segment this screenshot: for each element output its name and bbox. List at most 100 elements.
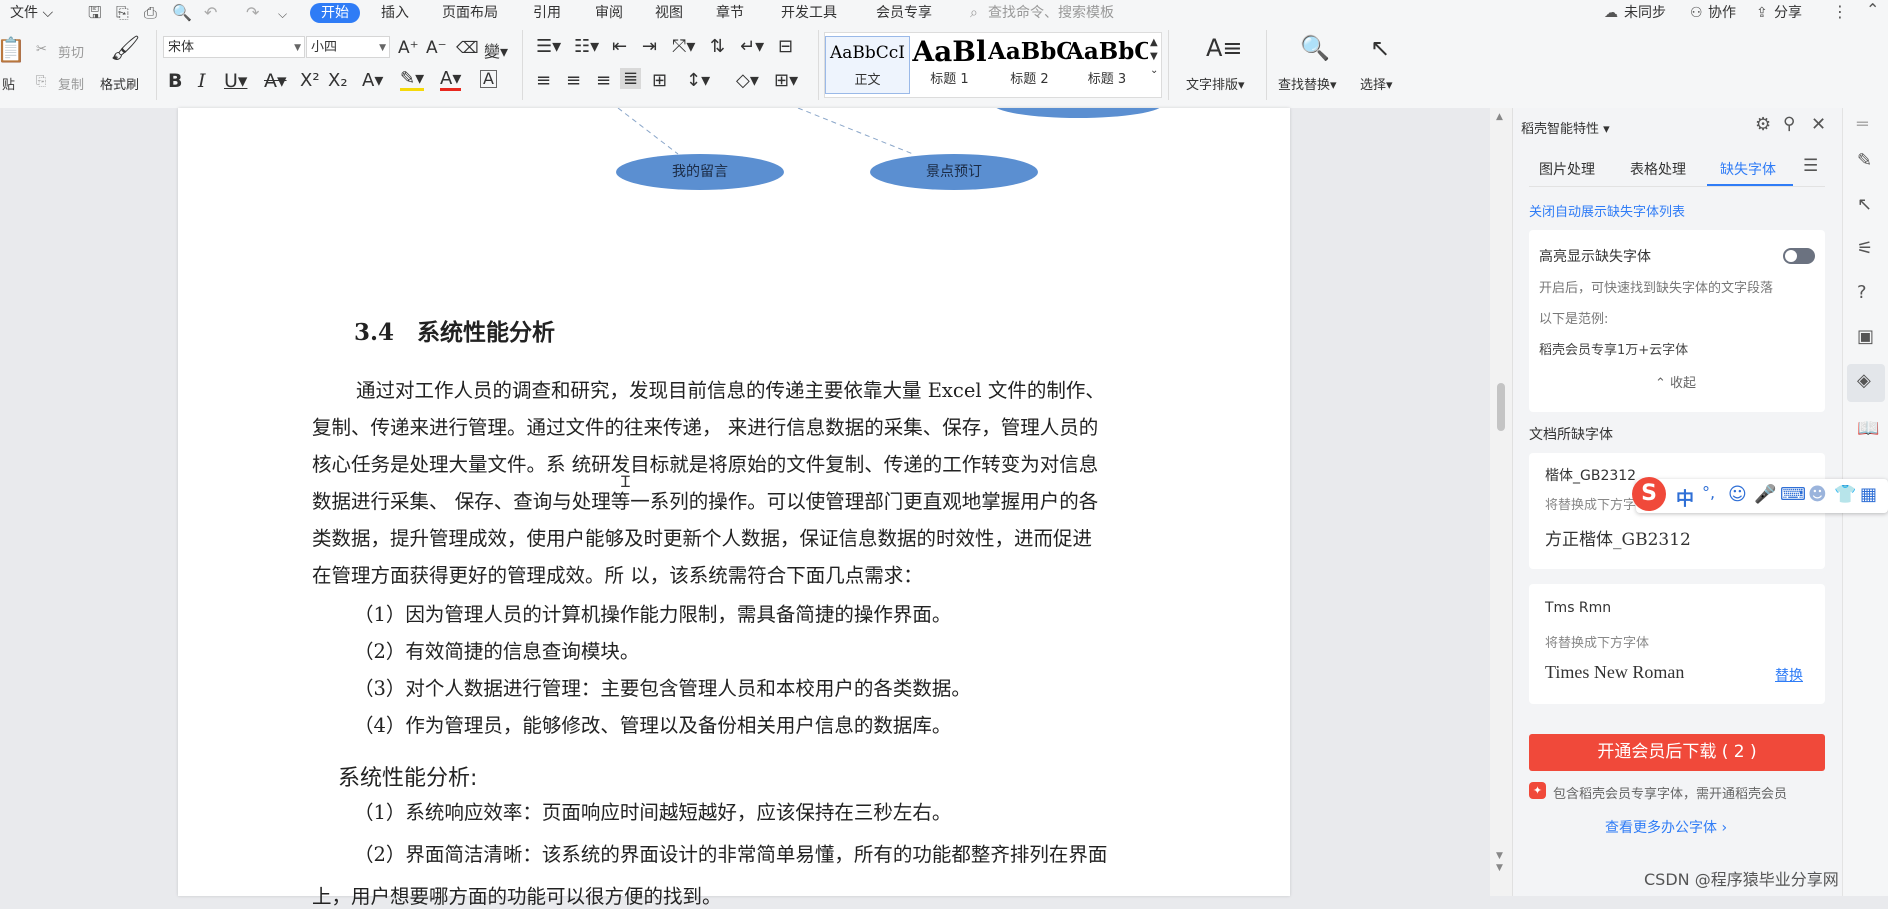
distribute-icon[interactable]: ⊞ xyxy=(652,70,667,91)
style-normal[interactable]: AaBbCcI 正文 xyxy=(825,36,910,94)
tab-image-processing[interactable]: 图片处理 xyxy=(1539,159,1595,179)
line-spacing-icon[interactable]: ↕▾ xyxy=(686,70,710,91)
document-page[interactable]: 我的留言 景点预订 3.4 系统性能分析 通过对工作人员的调查和研究，发现目前信… xyxy=(178,108,1290,908)
style-gallery-scroll-icon[interactable]: ▲ ▼ ⌄ xyxy=(1150,36,1158,78)
print-icon[interactable]: ⎙ xyxy=(144,5,157,21)
share-button[interactable]: 分享 xyxy=(1774,3,1802,23)
italic-icon[interactable]: I xyxy=(198,70,206,92)
settings-icon[interactable]: ⚙ xyxy=(1755,114,1771,135)
clear-format-icon[interactable]: ⌫ xyxy=(456,38,479,57)
ime-toolbar[interactable]: S 中 °, ☺ 🎤 ⌨ ☻ 👕 ▦ xyxy=(1632,477,1888,513)
chinese-layout-icon[interactable]: ⤧▾ xyxy=(672,36,695,57)
font-size-select[interactable]: 小四 ▼ xyxy=(306,36,390,58)
tab-page-layout[interactable]: 页面布局 xyxy=(442,3,498,23)
bold-icon[interactable]: B xyxy=(168,70,182,92)
redo-icon[interactable]: ↷ xyxy=(246,5,259,21)
copy-button[interactable]: 复制 xyxy=(58,74,84,93)
tabs-menu-icon[interactable]: ☰ xyxy=(1803,156,1818,176)
align-left-icon[interactable]: ≡ xyxy=(536,70,551,91)
tab-stop-icon[interactable]: ⊟ xyxy=(778,36,793,57)
style-heading-1[interactable]: AaBl 标题 1 xyxy=(908,36,991,92)
find-replace-button[interactable]: 查找替换▾ xyxy=(1278,74,1337,93)
pin-icon[interactable]: ⚲ xyxy=(1783,114,1795,134)
justify-icon[interactable]: ≣ xyxy=(620,68,642,89)
font-color-icon[interactable]: A▾ xyxy=(440,70,462,91)
font-feature-icon[interactable]: ◈ xyxy=(1857,370,1871,391)
scroll-down-icon[interactable]: ▼ ▼ xyxy=(1496,850,1503,874)
format-painter-icon[interactable]: 🖌 xyxy=(110,34,140,62)
skin-icon[interactable]: 👕 xyxy=(1834,484,1856,505)
image-icon[interactable]: ▣ xyxy=(1857,326,1874,347)
decrease-indent-icon[interactable]: ⇤ xyxy=(612,36,627,57)
subscript-icon[interactable]: X₂ xyxy=(328,70,348,91)
print-preview-icon[interactable]: 🔍 xyxy=(172,5,192,21)
scrollbar-thumb[interactable] xyxy=(1497,383,1505,431)
cut-button[interactable]: 剪切 xyxy=(58,42,84,61)
align-right-icon[interactable]: ≡ xyxy=(596,70,611,91)
tab-view[interactable]: 视图 xyxy=(655,3,683,23)
ime-menu-icon[interactable]: ▦ xyxy=(1860,484,1877,505)
edit-icon[interactable]: ✎ xyxy=(1857,150,1872,171)
close-auto-show-link[interactable]: 关闭自动展示缺失字体列表 xyxy=(1529,201,1685,220)
tab-table-processing[interactable]: 表格处理 xyxy=(1630,159,1686,179)
more-fonts-link[interactable]: 查看更多办公字体 › xyxy=(1605,817,1727,837)
replace-link[interactable]: 替换 xyxy=(1775,665,1803,685)
borders-icon[interactable]: ⊞▾ xyxy=(774,70,798,91)
undo-icon[interactable]: ↶ xyxy=(204,5,217,21)
microphone-icon[interactable]: 🎤 xyxy=(1754,484,1776,505)
ime-logo-icon[interactable]: S xyxy=(1632,477,1666,511)
user-icon[interactable]: ☻ xyxy=(1808,484,1827,505)
quick-access-more-icon[interactable]: ⌵ xyxy=(278,6,287,22)
keyboard-icon[interactable]: ⌨ xyxy=(1780,484,1806,505)
shading-icon[interactable]: ◇▾ xyxy=(736,70,759,91)
scroll-up-icon[interactable]: ▲ xyxy=(1496,112,1503,122)
download-button[interactable]: 开通会员后下载 ( 2 ) xyxy=(1529,734,1825,771)
phonetic-icon[interactable]: 變▾ xyxy=(484,38,508,62)
find-replace-icon[interactable]: 🔍 xyxy=(1300,34,1330,62)
tab-home[interactable]: 开始 xyxy=(310,3,360,23)
shrink-font-icon[interactable]: A⁻ xyxy=(426,38,447,58)
ime-punctuation[interactable]: °, xyxy=(1702,483,1715,502)
text-layout-icon[interactable]: A≡ xyxy=(1206,34,1243,62)
ime-language[interactable]: 中 xyxy=(1676,485,1694,511)
file-menu[interactable]: 文件 ⌵ xyxy=(10,3,53,23)
superscript-icon[interactable]: X² xyxy=(300,70,320,91)
style-heading-2[interactable]: AaBbC 标题 2 xyxy=(988,36,1071,92)
collapse-button[interactable]: ⌃ 收起 xyxy=(1655,372,1696,391)
panel-title[interactable]: 稻壳智能特性 ▾ xyxy=(1521,118,1610,137)
help-icon[interactable]: ? xyxy=(1857,282,1867,303)
align-center-icon[interactable]: ≡ xyxy=(566,70,581,91)
tab-member[interactable]: 会员专享 xyxy=(876,3,932,23)
tab-references[interactable]: 引用 xyxy=(533,3,561,23)
numbered-list-icon[interactable]: ☷▾ xyxy=(574,36,599,57)
text-effect-icon[interactable]: A▾ xyxy=(362,70,383,91)
tab-developer[interactable]: 开发工具 xyxy=(781,3,837,23)
paste-icon[interactable]: 📋 xyxy=(0,36,26,64)
style-heading-3[interactable]: AaBbC 标题 3 xyxy=(1066,36,1148,92)
char-border-icon[interactable]: A xyxy=(480,70,497,88)
strikethrough-icon[interactable]: A▾ xyxy=(264,70,287,92)
format-painter-label[interactable]: 格式刷 xyxy=(100,74,139,93)
more-icon[interactable]: ⋮ xyxy=(1832,4,1848,20)
tab-review[interactable]: 审阅 xyxy=(595,3,623,23)
highlight-icon[interactable]: ✎▾ xyxy=(400,70,425,91)
tab-chapter[interactable]: 章节 xyxy=(716,3,744,23)
underline-icon[interactable]: U▾ xyxy=(224,70,247,92)
select-cursor-icon[interactable]: ↖ xyxy=(1370,34,1390,62)
highlight-toggle[interactable] xyxy=(1783,248,1815,264)
book-icon[interactable]: 📖 xyxy=(1857,418,1879,439)
save-icon[interactable]: 🖫 xyxy=(88,5,102,21)
emoji-icon[interactable]: ☺ xyxy=(1728,484,1747,505)
command-search[interactable]: 查找命令、搜索模板 xyxy=(988,3,1114,23)
paste-label[interactable]: 贴 xyxy=(2,74,15,93)
close-icon[interactable]: ✕ xyxy=(1811,114,1826,135)
select-button[interactable]: 选择▾ xyxy=(1360,74,1393,93)
vertical-scrollbar[interactable]: ▲ ▼ ▼ xyxy=(1490,108,1512,896)
bullet-list-icon[interactable]: ☰▾ xyxy=(536,36,561,57)
tab-insert[interactable]: 插入 xyxy=(381,3,409,23)
cursor-icon[interactable]: ↖ xyxy=(1857,194,1872,215)
show-marks-icon[interactable]: ↵▾ xyxy=(740,36,764,57)
adjust-icon[interactable]: ⚟ xyxy=(1857,238,1873,259)
text-layout-button[interactable]: 文字排版▾ xyxy=(1186,74,1245,93)
collab-button[interactable]: 协作 xyxy=(1708,3,1736,23)
